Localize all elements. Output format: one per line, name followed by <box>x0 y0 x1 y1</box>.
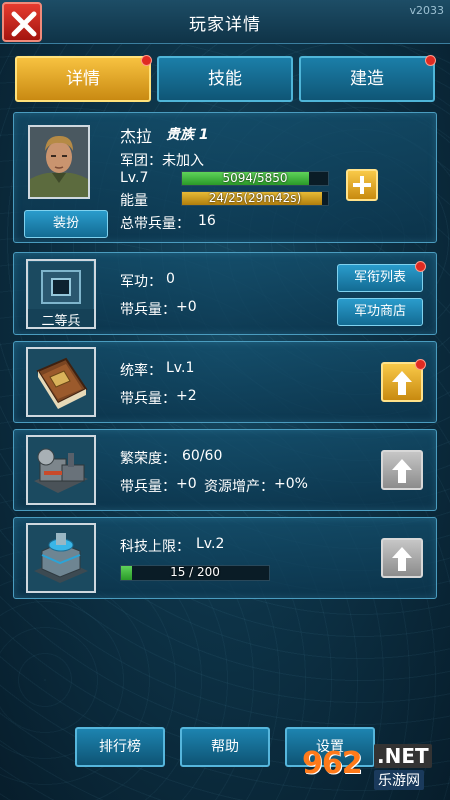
command-value: Lv.1 <box>166 360 195 376</box>
exp-text: 5094/5850 <box>222 171 288 185</box>
resource-boost-value: +0% <box>274 476 308 492</box>
tab-build[interactable]: 建造 <box>299 55 436 102</box>
tab-skills-label: 技能 <box>208 69 242 89</box>
exp-bar: 5094/5850 <box>181 171 329 186</box>
notify-dot <box>415 359 426 370</box>
soldier-portrait-icon <box>30 127 88 197</box>
tech-progress-text: 15 / 200 <box>170 565 220 579</box>
total-troops-label: 总带兵量： <box>120 216 190 232</box>
tab-details-label: 详情 <box>66 69 100 89</box>
command-upgrade-button[interactable] <box>381 359 426 402</box>
total-troops-value: 16 <box>198 213 216 229</box>
version-label: v2033 <box>409 4 444 17</box>
add-energy-button[interactable] <box>346 169 378 201</box>
merit-value: 0 <box>166 271 175 287</box>
watermark-sub: 乐游网 <box>374 770 424 790</box>
energy-text: 24/25(29m42s) <box>208 191 302 205</box>
rank-list-button-label: 军衔列表 <box>353 270 406 285</box>
notify-dot <box>425 55 436 66</box>
notify-dot <box>415 261 426 272</box>
energy-label: 能量 <box>120 193 148 209</box>
military-troops-value: +0 <box>176 299 197 315</box>
notify-dot <box>141 55 152 66</box>
prosperity-troops-value: +0 <box>176 476 197 492</box>
ranking-button[interactable]: 排行榜 <box>75 727 165 767</box>
rank-badge[interactable]: 二等兵 <box>26 259 96 329</box>
military-rank-panel: 二等兵 军功： 0 带兵量： +0 军衔列表 军功商店 <box>13 252 437 335</box>
tech-panel: 科技上限： Lv.2 15 / 200 <box>13 517 437 599</box>
tech-upgrade-button[interactable] <box>381 538 423 578</box>
prosperity-troops-label: 带兵量： <box>120 479 176 495</box>
header-bar: 玩家详情 v2033 <box>0 0 450 44</box>
watermark-net: .NET <box>374 744 432 768</box>
legion-label: 军团： <box>120 153 162 169</box>
tab-build-label: 建造 <box>350 69 384 89</box>
energy-bar: 24/25(29m42s) <box>181 191 329 206</box>
resource-boost-label: 资源增产： <box>204 479 274 495</box>
legion-value: 未加入 <box>162 153 204 169</box>
command-troops-label: 带兵量： <box>120 391 176 407</box>
arrow-up-icon <box>392 459 412 483</box>
merit-shop-button-label: 军功商店 <box>353 304 406 319</box>
book-icon <box>28 349 94 415</box>
ranking-button-label: 排行榜 <box>99 739 141 755</box>
page-title: 玩家详情 <box>189 15 261 35</box>
rank-badge-label: 二等兵 <box>41 314 81 329</box>
command-book-frame <box>26 347 96 417</box>
arrow-up-icon <box>392 371 412 395</box>
plus-icon <box>353 176 371 194</box>
factory-icon <box>28 437 94 503</box>
merit-shop-button[interactable]: 军功商店 <box>337 298 423 326</box>
arrow-up-icon <box>392 547 412 571</box>
tab-skills[interactable]: 技能 <box>157 56 293 102</box>
prosperity-panel: 繁荣度： 60/60 带兵量： +0 资源增产： +0% <box>13 429 437 511</box>
tech-cap-label: 科技上限： <box>120 539 190 555</box>
watermark: 962 .NET 乐游网 <box>302 742 444 792</box>
profile-panel: 装扮 杰拉 贵族 1 军团： 未加入 Lv.7 5094/5850 能量 24/… <box>13 112 437 243</box>
command-troops-value: +2 <box>176 388 197 404</box>
dress-up-button[interactable]: 装扮 <box>24 210 108 238</box>
player-name: 杰拉 <box>120 127 153 146</box>
military-troops-label: 带兵量： <box>120 302 176 318</box>
noble-rank: 贵族 1 <box>166 127 209 143</box>
tech-cap-value: Lv.2 <box>196 536 225 552</box>
dress-up-button-label: 装扮 <box>52 216 79 231</box>
prosperity-label: 繁荣度： <box>120 451 176 467</box>
command-panel: 统率： Lv.1 带兵量： +2 <box>13 341 437 423</box>
merit-label: 军功： <box>120 274 162 290</box>
watermark-logo: 962 <box>302 746 363 781</box>
prosperity-value: 60/60 <box>182 448 223 464</box>
tab-details[interactable]: 详情 <box>15 55 152 102</box>
tech-building-frame <box>26 523 96 593</box>
help-button[interactable]: 帮助 <box>180 727 270 767</box>
player-level: Lv.7 <box>120 170 149 186</box>
help-button-label: 帮助 <box>211 739 239 755</box>
command-label: 统率： <box>120 363 162 379</box>
rank-list-button[interactable]: 军衔列表 <box>337 261 426 292</box>
tech-building-icon <box>28 525 94 591</box>
avatar[interactable] <box>28 125 90 199</box>
tech-progress-bar: 15 / 200 <box>120 565 270 581</box>
prosperity-upgrade-button[interactable] <box>381 450 423 490</box>
prosperity-building-frame <box>26 435 96 505</box>
